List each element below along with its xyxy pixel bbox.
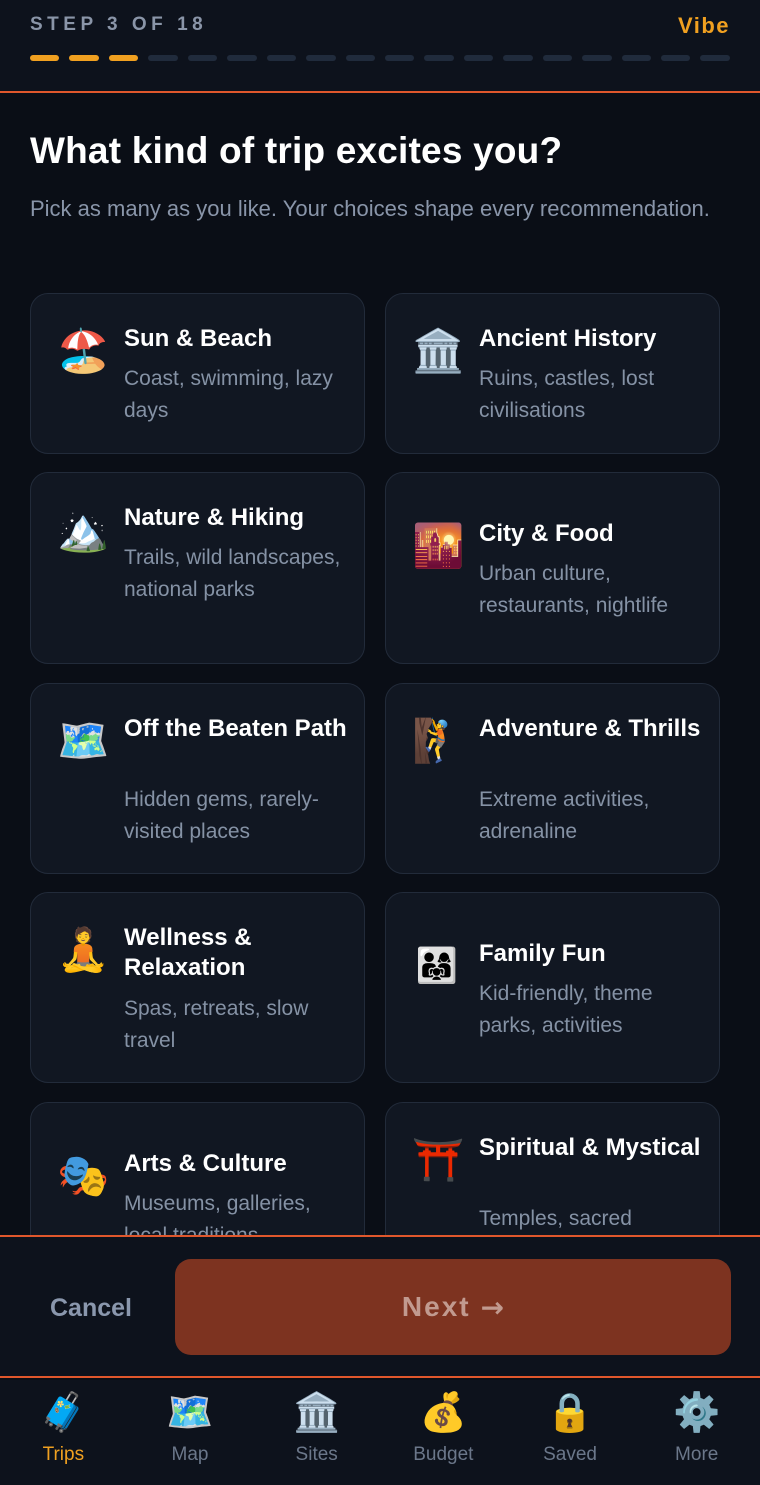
landmark-icon: 🏛️ bbox=[293, 1390, 341, 1434]
option-description: Urban culture, restaurants, nightlife bbox=[479, 562, 669, 617]
progress-segment bbox=[503, 55, 533, 61]
city-dusk-icon: 🌇 bbox=[412, 521, 465, 570]
option-title: Spiritual & Mystical bbox=[479, 1134, 701, 1161]
next-button[interactable]: Next → bbox=[175, 1259, 731, 1355]
progress-segment bbox=[227, 55, 257, 61]
bottom-nav: 🧳 Trips 🗺️ Map 🏛️ Sites 💰 Budget 🔒 Saved… bbox=[0, 1380, 760, 1485]
question-title: What kind of trip excites you? bbox=[30, 130, 563, 171]
nav-tab-label: Saved bbox=[543, 1444, 597, 1465]
progress-bar bbox=[30, 55, 730, 61]
question-content: What kind of trip excites you? Pick as m… bbox=[0, 95, 760, 1235]
theater-masks-icon: 🎭 bbox=[57, 1151, 110, 1200]
family-icon: 👨‍👩‍👧 bbox=[415, 946, 459, 986]
nav-tab-label: Sites bbox=[295, 1444, 338, 1465]
snow-mountain-icon: 🏔️ bbox=[57, 505, 110, 554]
option-title: Wellness & Relaxation bbox=[124, 924, 252, 981]
progress-segment bbox=[266, 55, 297, 61]
option-description: Museums, galleries, local traditions bbox=[124, 1192, 311, 1235]
nav-tab-label: More bbox=[675, 1444, 719, 1465]
lotus-position-icon: 🧘 bbox=[57, 925, 110, 974]
arrow-right-icon: → bbox=[480, 1290, 505, 1324]
progress-segment bbox=[345, 55, 375, 61]
option-title: Nature & Hiking bbox=[124, 504, 305, 531]
option-family-fun[interactable]: 👨‍👩‍👧 Family Fun Kid-friendly, theme par… bbox=[385, 892, 720, 1083]
progress-segment bbox=[542, 55, 573, 61]
option-description: Spas, retreats, slow travel bbox=[124, 997, 309, 1052]
gear-icon: ⚙️ bbox=[673, 1390, 721, 1434]
option-off-beaten-path[interactable]: 🗺️ Off the Beaten Path Hidden gems, rare… bbox=[30, 683, 365, 874]
climber-icon: 🧗 bbox=[412, 716, 465, 765]
progress-segment bbox=[306, 55, 336, 61]
nav-tab-map[interactable]: 🗺️ Map bbox=[127, 1380, 254, 1485]
option-description: Kid-friendly, theme parks, activities bbox=[479, 982, 653, 1037]
torii-gate-icon: ⛩️ bbox=[412, 1135, 465, 1184]
option-title: Ancient History bbox=[479, 325, 657, 352]
progress-segment bbox=[187, 55, 218, 61]
map-icon: 🗺️ bbox=[166, 1390, 214, 1434]
progress-segment bbox=[621, 55, 651, 61]
option-ancient-history[interactable]: 🏛️ Ancient History Ruins, castles, lost … bbox=[385, 293, 720, 454]
progress-segment bbox=[463, 55, 494, 61]
nav-tab-label: Trips bbox=[42, 1444, 85, 1465]
option-adventure-thrills[interactable]: 🧗 Adventure & Thrills Extreme activities… bbox=[385, 683, 720, 874]
top-bar: STEP 3 OF 18 Vibe bbox=[0, 0, 760, 93]
padlock-icon: 🔒 bbox=[546, 1390, 594, 1434]
progress-segment-complete bbox=[108, 55, 139, 61]
progress-segment bbox=[148, 55, 178, 61]
option-title: Arts & Culture bbox=[124, 1150, 287, 1177]
option-description: Coast, swimming, lazy days bbox=[124, 367, 333, 422]
option-nature-hiking[interactable]: 🏔️ Nature & Hiking Trails, wild landscap… bbox=[30, 472, 365, 664]
option-title: Off the Beaten Path bbox=[124, 715, 347, 742]
progress-segment-complete bbox=[69, 55, 99, 61]
nav-tab-trips[interactable]: 🧳 Trips bbox=[0, 1380, 127, 1485]
option-title: City & Food bbox=[479, 520, 614, 547]
nav-tab-label: Budget bbox=[413, 1444, 474, 1465]
option-description: Ruins, castles, lost civilisations bbox=[479, 367, 655, 422]
option-description: Temples, sacred bbox=[479, 1207, 632, 1230]
progress-segment bbox=[582, 55, 612, 61]
option-description: Trails, wild landscapes, national parks bbox=[124, 546, 341, 601]
progress-segment bbox=[424, 55, 454, 61]
step-indicator: STEP 3 OF 18 bbox=[30, 14, 208, 35]
option-spiritual-mystical[interactable]: ⛩️ Spiritual & Mystical Temples, sacred bbox=[385, 1102, 720, 1235]
question-subtitle: Pick as many as you like. Your choices s… bbox=[30, 196, 710, 221]
option-description: Hidden gems, rarely-visited places bbox=[124, 788, 319, 843]
option-city-food[interactable]: 🌇 City & Food Urban culture, restaurants… bbox=[385, 472, 720, 664]
action-bar: Cancel Next → bbox=[0, 1235, 760, 1378]
nav-tab-sites[interactable]: 🏛️ Sites bbox=[253, 1380, 380, 1485]
nav-tab-more[interactable]: ⚙️ More bbox=[633, 1380, 760, 1485]
next-button-label: Next bbox=[401, 1291, 471, 1322]
option-description: Extreme activities, adrenaline bbox=[479, 788, 650, 843]
option-sun-beach[interactable]: 🏖️ Sun & Beach Coast, swimming, lazy day… bbox=[30, 293, 365, 454]
progress-segment bbox=[661, 55, 691, 61]
progress-segment bbox=[384, 55, 415, 61]
nav-tab-budget[interactable]: 💰 Budget bbox=[380, 1380, 507, 1485]
money-bag-icon: 💰 bbox=[419, 1390, 468, 1434]
progress-segment-complete bbox=[30, 55, 60, 61]
option-title: Adventure & Thrills bbox=[479, 715, 701, 742]
cancel-button[interactable]: Cancel bbox=[30, 1275, 152, 1341]
nav-tab-label: Map bbox=[171, 1444, 209, 1465]
option-wellness-relaxation[interactable]: 🧘 Wellness & Relaxation Spas, retreats, … bbox=[30, 892, 365, 1083]
luggage-icon: 🧳 bbox=[39, 1390, 87, 1434]
beach-umbrella-icon: 🏖️ bbox=[57, 326, 110, 375]
option-arts-culture[interactable]: 🎭 Arts & Culture Museums, galleries, loc… bbox=[30, 1102, 365, 1235]
classical-building-icon: 🏛️ bbox=[412, 326, 465, 375]
progress-segment bbox=[700, 55, 730, 61]
option-title: Family Fun bbox=[479, 940, 606, 967]
world-map-icon: 🗺️ bbox=[57, 716, 110, 765]
option-title: Sun & Beach bbox=[124, 325, 273, 352]
phase-label: Vibe bbox=[677, 13, 730, 38]
nav-tab-saved[interactable]: 🔒 Saved bbox=[507, 1380, 634, 1485]
